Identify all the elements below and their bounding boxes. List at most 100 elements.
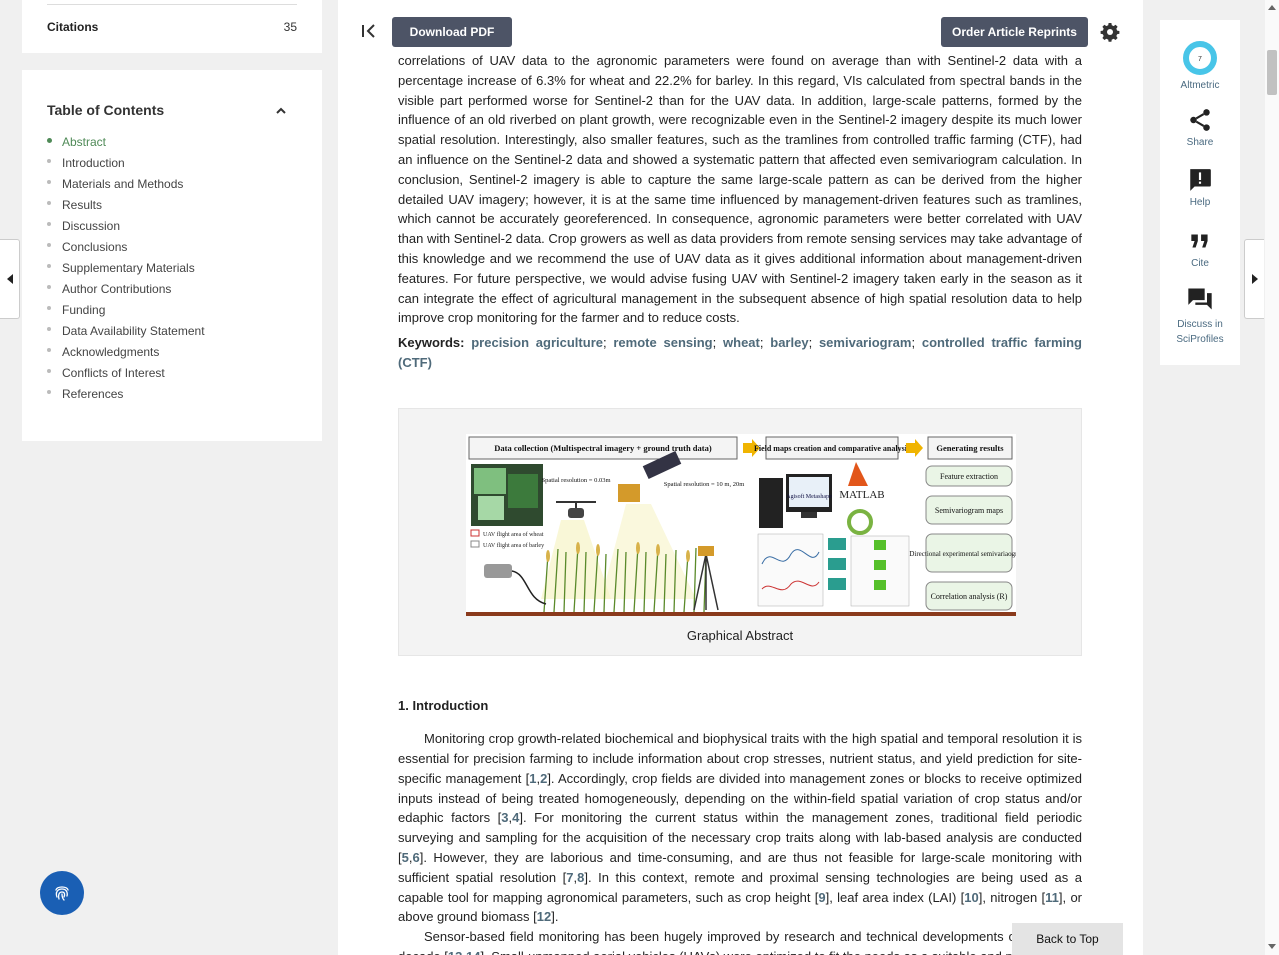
- toc-list: Abstract Introduction Materials and Method…: [47, 135, 297, 408]
- quote-icon: [1191, 234, 1208, 248]
- article-main: Download PDF Order Article Reprints corr…: [338, 0, 1143, 955]
- ga-result-3: Directional experimental semivariaograms: [909, 550, 1016, 558]
- ga-result-1: Feature extraction: [940, 472, 998, 481]
- tripod-icon: [693, 546, 719, 611]
- citations-card[interactable]: Citations 35: [22, 0, 322, 53]
- keywords-label: Keywords:: [398, 335, 465, 351]
- toc-item[interactable]: Funding: [47, 303, 297, 324]
- ga-uav-resolution: Spatial resolution = 0.03m: [541, 477, 610, 484]
- fingerprint-icon: [55, 886, 69, 901]
- reference-link[interactable]: 11: [1045, 890, 1059, 905]
- altmetric-button[interactable]: 7 Altmetric: [1160, 40, 1240, 91]
- table-of-contents: Table of Contents Abstract Introduction Ma…: [22, 70, 322, 441]
- keyword-separator: ;: [911, 335, 922, 351]
- reference-link[interactable]: 13: [448, 949, 462, 955]
- share-button[interactable]: Share: [1160, 107, 1240, 148]
- paragraph-text: ].: [551, 909, 559, 925]
- reference-link[interactable]: 5: [402, 850, 409, 865]
- order-reprints-button[interactable]: Order Article Reprints: [941, 17, 1088, 47]
- previous-article-arrow[interactable]: [0, 239, 20, 319]
- keyword-list: precision agriculture; remote sensing; w…: [398, 335, 1082, 370]
- back-to-top-button[interactable]: Back to Top: [1012, 923, 1123, 955]
- keyword-link[interactable]: remote sensing: [613, 335, 712, 350]
- reference-link[interactable]: 14: [466, 949, 480, 955]
- citations-label: Citations: [47, 19, 99, 34]
- toc-item[interactable]: Author Contributions: [47, 282, 297, 303]
- reference-link[interactable]: 12: [537, 909, 551, 924]
- citations-count: 35: [283, 19, 297, 34]
- cite-label: Cite: [1191, 258, 1209, 269]
- toc-item[interactable]: Results: [47, 198, 297, 219]
- cite-button[interactable]: Cite: [1160, 228, 1240, 269]
- help-label: Help: [1189, 197, 1211, 208]
- abstract-text: correlations of UAV data to the agronomi…: [398, 53, 1082, 326]
- help-button[interactable]: Help: [1160, 167, 1240, 208]
- ga-panel-3-title: Generating results: [936, 443, 1004, 453]
- introduction-paragraph-1: Monitoring crop growth-related biochemic…: [398, 729, 1082, 927]
- graphical-abstract: Data collection (Multispectral imagery +…: [398, 408, 1082, 657]
- toc-item[interactable]: Materials and Methods: [47, 177, 297, 198]
- right-action-panel: 7 Altmetric Share Help Cite Discuss in S…: [1160, 20, 1240, 365]
- introduction-paragraph-2: Sensor-based field monitoring has been h…: [398, 927, 1082, 955]
- paragraph-text: ], leaf area index (LAI) [: [825, 889, 965, 905]
- paragraph-text: ]. Small-unmanned aerial vehicles (UAVs)…: [480, 949, 1054, 955]
- paragraph-text: ], nitrogen [: [978, 889, 1046, 905]
- toc-item[interactable]: Discussion: [47, 219, 297, 240]
- toc-item[interactable]: Acknowledgments: [47, 345, 297, 366]
- ga-result-4: Correlation analysis (R): [931, 592, 1008, 601]
- keyword-link[interactable]: barley: [770, 335, 808, 350]
- graphical-abstract-caption: Graphical Abstract: [686, 628, 794, 644]
- fingerprint-button[interactable]: [40, 871, 84, 915]
- keyword-link[interactable]: precision agriculture: [471, 335, 603, 350]
- caret-right-icon: [1251, 274, 1258, 284]
- keyword-separator: ;: [712, 335, 724, 351]
- page-scrollbar[interactable]: [1265, 0, 1279, 955]
- reference-link[interactable]: 9: [818, 890, 825, 905]
- share-label: Share: [1186, 137, 1214, 148]
- collapse-sidebar-icon[interactable]: [361, 23, 377, 44]
- ga-legend-barley: UAV flight area of barley: [483, 542, 544, 549]
- scroll-up-arrow-icon[interactable]: [1268, 5, 1276, 10]
- keyword-link[interactable]: semivariogram: [819, 335, 912, 350]
- toc-item[interactable]: Conclusions: [47, 240, 297, 261]
- ga-agisoft: Agisoft Metashape: [786, 493, 832, 500]
- keywords: Keywords: precision agriculture; remote …: [398, 333, 1082, 373]
- toc-item[interactable]: Data Availability Statement: [47, 324, 297, 345]
- field-instrument-icon: [484, 564, 547, 605]
- discuss-button[interactable]: Discuss in SciProfiles: [1160, 285, 1240, 347]
- ga-legend-wheat: UAV flight area of wheat: [483, 531, 544, 538]
- section-title-introduction: 1. Introduction: [398, 698, 489, 714]
- download-pdf-button[interactable]: Download PDF: [392, 17, 512, 47]
- reference-link[interactable]: 3: [501, 810, 508, 825]
- scroll-down-arrow-icon[interactable]: [1268, 944, 1276, 949]
- scroll-thumb[interactable]: [1267, 50, 1277, 95]
- toc-item[interactable]: Introduction: [47, 156, 297, 177]
- ga-panel-1-title: Data collection (Multispectral imagery +…: [494, 443, 712, 453]
- keyword-separator: ;: [602, 335, 614, 351]
- caret-left-icon: [6, 274, 13, 284]
- toc-item[interactable]: References: [47, 387, 297, 408]
- next-article-arrow[interactable]: [1244, 239, 1264, 319]
- ga-s2-resolution: Spatial resolution = 10 m, 20m: [664, 481, 745, 488]
- reference-link[interactable]: 6: [412, 850, 419, 865]
- toc-item[interactable]: Abstract: [47, 135, 297, 156]
- graphical-abstract-image[interactable]: Data collection (Multispectral imagery +…: [466, 434, 1016, 617]
- altmetric-donut-icon: 7: [1183, 41, 1217, 75]
- ga-matlab: MATLAB: [839, 489, 884, 501]
- toc-item[interactable]: Supplementary Materials: [47, 261, 297, 282]
- left-sidebar: Citations 35 Table of Contents Abstract I…: [22, 0, 322, 441]
- reference-link[interactable]: 10: [964, 890, 978, 905]
- article-toolbar: Download PDF Order Article Reprints: [338, 17, 1143, 47]
- keyword-separator: ;: [759, 335, 771, 351]
- gear-icon[interactable]: [1100, 22, 1120, 47]
- keyword-link[interactable]: wheat: [723, 335, 760, 350]
- discuss-label: Discuss in SciProfiles: [1176, 319, 1224, 345]
- feedback-icon: [1190, 169, 1211, 191]
- toc-item[interactable]: Conflicts of Interest: [47, 366, 297, 387]
- drone-icon: [556, 501, 596, 519]
- ga-result-2: Semivariogram maps: [935, 506, 1003, 515]
- keyword-separator: ;: [808, 335, 819, 351]
- altmetric-label: Altmetric: [1180, 80, 1220, 91]
- toc-header[interactable]: Table of Contents: [47, 102, 297, 118]
- chevron-up-icon[interactable]: [275, 104, 287, 116]
